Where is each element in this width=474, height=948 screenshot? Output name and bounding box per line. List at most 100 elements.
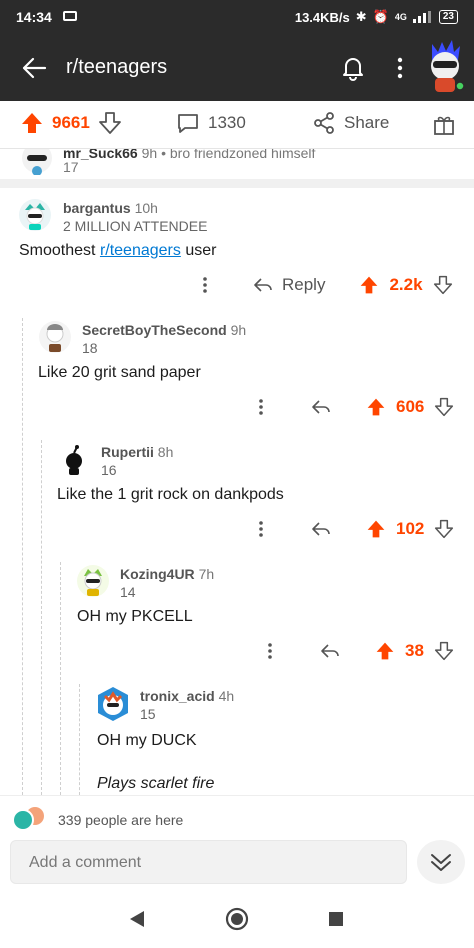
reply-icon[interactable] <box>310 396 332 418</box>
comment-actions: Reply 2.2k <box>198 274 453 296</box>
status-right: 13.4KB/s ✱ ⏰ 4G 23 <box>295 9 458 25</box>
thread-line <box>60 562 61 795</box>
downvote-icon[interactable] <box>434 519 454 539</box>
comment-body: Like 20 grit sand paper <box>38 364 201 381</box>
comment-points: 16 <box>101 462 117 478</box>
subreddit-title[interactable]: r/teenagers <box>66 56 167 79</box>
reply-label: Reply <box>282 275 326 294</box>
network-speed: 13.4KB/s <box>294 9 350 25</box>
user-avatar[interactable] <box>38 320 72 354</box>
comment-body-text-end: user <box>180 242 217 259</box>
downvote-icon[interactable] <box>434 397 454 417</box>
double-chevron-down-icon <box>431 854 451 871</box>
award-icon[interactable] <box>432 113 456 137</box>
cast-icon <box>63 11 77 21</box>
vote-count: 102 <box>396 519 425 538</box>
user-avatar[interactable] <box>18 198 52 232</box>
user-avatar[interactable] <box>95 686 131 722</box>
upvote-icon[interactable] <box>359 275 379 295</box>
post-action-bar: 9661 1330 Share <box>0 101 474 149</box>
section-divider <box>0 179 474 188</box>
share-label: Share <box>344 113 390 132</box>
reply-icon[interactable] <box>319 640 341 662</box>
upvote-icon[interactable] <box>366 397 386 417</box>
vote-group: 102 <box>366 519 454 539</box>
comment-username[interactable]: SecretBoyTheSecond 9h <box>82 322 246 338</box>
reply-button[interactable]: Reply <box>252 274 325 296</box>
user-avatar <box>22 149 52 175</box>
comment-username[interactable]: bargantus 10h <box>63 200 158 216</box>
comment-body: OH my DUCK <box>97 732 197 749</box>
comment-body: Like the 1 grit rock on dankpods <box>57 486 284 503</box>
comment-body: OH my PKCELL <box>77 608 193 625</box>
thread-line <box>22 318 23 795</box>
more-options-icon[interactable] <box>392 54 408 82</box>
add-comment-input[interactable]: Add a comment <box>10 840 407 884</box>
user-avatar[interactable] <box>57 442 91 476</box>
vote-count: 38 <box>405 641 424 660</box>
user-flair: 2 MILLION ATTENDEE <box>63 218 208 234</box>
comment-age: 4h <box>218 688 235 704</box>
system-nav-bar <box>0 890 474 948</box>
comment-body-text: Smoothest <box>19 242 100 259</box>
downvote-icon[interactable] <box>98 111 122 135</box>
comment-age: 9h <box>230 322 247 338</box>
upvote-icon[interactable] <box>20 111 44 135</box>
downvote-icon[interactable] <box>434 641 454 661</box>
comment-age: 7h <box>198 566 215 582</box>
more-options-icon[interactable] <box>254 396 268 418</box>
battery-icon: 23 <box>438 10 458 24</box>
comment-age: 8h <box>157 444 174 460</box>
comment-points: 15 <box>140 706 156 722</box>
comment-age: 10h <box>134 200 158 216</box>
previous-comment: mr_Suck66 9h • bro friendzoned himself 1… <box>0 149 474 179</box>
presence-text: 339 people are here <box>58 812 184 828</box>
add-comment-placeholder: Add a comment <box>29 854 142 871</box>
more-options-icon[interactable] <box>254 518 268 540</box>
back-arrow-icon[interactable] <box>20 54 48 82</box>
status-bar: 14:34 13.4KB/s ✱ ⏰ 4G 23 <box>0 0 474 34</box>
more-options-icon[interactable] <box>263 640 277 662</box>
comment-username[interactable]: Rupertii 8h <box>101 444 173 460</box>
bell-icon[interactable] <box>339 54 367 82</box>
online-users-icon <box>12 807 44 831</box>
username-text: bargantus <box>63 200 131 216</box>
reply-icon <box>254 278 272 292</box>
vote-group: 38 <box>375 641 454 661</box>
previous-comment-flair: bro friendzoned himself <box>169 149 316 161</box>
more-options-icon[interactable] <box>198 274 212 296</box>
status-time: 14:34 <box>16 9 52 25</box>
share-button[interactable]: Share <box>312 111 389 135</box>
username-text: SecretBoyTheSecond <box>82 322 227 338</box>
comment-username[interactable]: tronix_acid 4h <box>140 688 234 704</box>
comment-actions: 102 <box>254 518 454 540</box>
nav-recents-icon[interactable] <box>328 911 344 927</box>
post-comment-count: 1330 <box>208 113 246 132</box>
user-avatar[interactable] <box>422 36 468 96</box>
comment-actions: 606 <box>254 396 454 418</box>
comment-body-italic: Plays scarlet fire <box>97 775 215 792</box>
subreddit-link[interactable]: r/teenagers <box>100 242 181 259</box>
upvote-icon[interactable] <box>375 641 395 661</box>
vote-count: 2.2k <box>389 275 423 294</box>
jump-to-next-button[interactable] <box>417 840 465 884</box>
battery-level: 23 <box>442 11 454 22</box>
vote-count: 606 <box>396 397 425 416</box>
nav-home-icon[interactable] <box>225 907 249 931</box>
upvote-icon[interactable] <box>366 519 386 539</box>
thread-line <box>41 440 42 795</box>
thread-line <box>79 684 80 795</box>
alarm-icon: ⏰ <box>372 9 389 24</box>
user-avatar[interactable] <box>76 564 110 598</box>
signal-icon <box>412 11 433 23</box>
comment-actions: 38 <box>263 640 454 662</box>
comment-points: 18 <box>82 340 98 356</box>
comment-body: Smoothest r/teenagers user <box>19 242 216 260</box>
nav-back-icon[interactable] <box>128 909 146 929</box>
comment-username[interactable]: Kozing4UR 7h <box>120 566 214 582</box>
post-comments-group[interactable]: 1330 <box>176 111 246 135</box>
downvote-icon[interactable] <box>433 275 453 295</box>
username-text: Rupertii <box>101 444 154 460</box>
reply-icon[interactable] <box>310 518 332 540</box>
previous-comment-age: 9h <box>141 149 158 161</box>
